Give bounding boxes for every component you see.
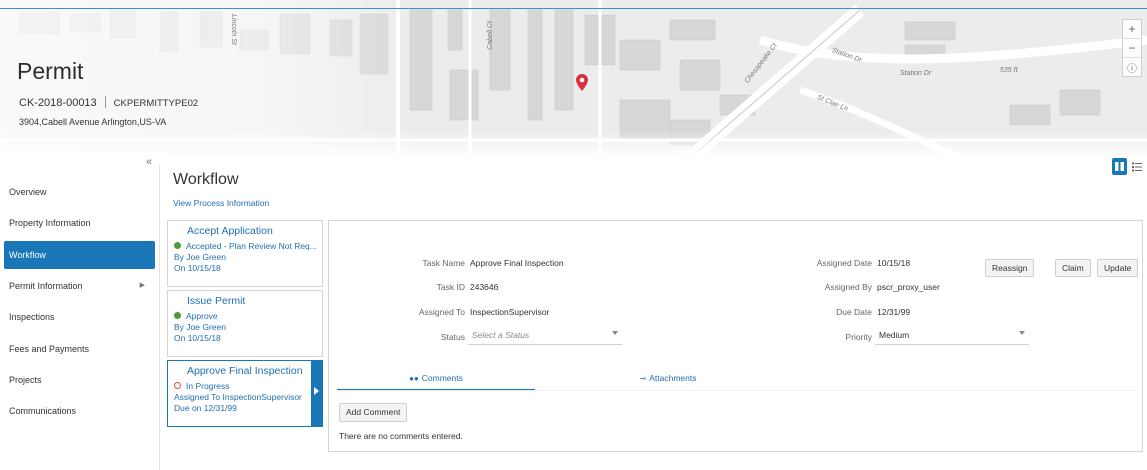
step-status: Accepted - Plan Review Not Req...	[174, 241, 322, 252]
assigned-to-value: InspectionSupervisor	[470, 307, 550, 317]
map-bottom-fade	[0, 130, 1147, 158]
map-info-button[interactable]: ⓘ	[1123, 58, 1141, 76]
assigned-to-label: Assigned To	[418, 307, 465, 317]
step-date: On 10/15/18	[174, 333, 221, 343]
zoom-out-button[interactable]: −	[1123, 39, 1141, 58]
sidebar-item-workflow[interactable]: Workflow	[4, 241, 155, 269]
tab-attachments[interactable]: ⊸ Attachments	[535, 373, 801, 391]
workflow-step-issue-permit[interactable]: Issue Permit Approve By Joe Green On 10/…	[167, 290, 323, 357]
reassign-button[interactable]: Reassign	[985, 259, 1035, 277]
map-header[interactable]: Station Dr Station Dr St Clair Ln Cabell…	[0, 0, 1147, 158]
task-id-value: 243646	[470, 282, 499, 292]
collapse-nav-icon[interactable]: «	[146, 156, 152, 168]
check-circle-icon	[174, 242, 181, 249]
sidebar-item-property-information[interactable]: Property Information	[9, 209, 155, 237]
step-assigned-to: Assigned To InspectionSupervisor	[174, 392, 302, 402]
due-date-label: Due Date	[836, 307, 872, 317]
selected-step-arrow-icon	[311, 360, 323, 427]
claim-button[interactable]: Claim	[1055, 259, 1091, 277]
sidebar-item-fees-and-payments[interactable]: Fees and Payments	[9, 335, 155, 363]
street-label: Cabell Ct	[486, 21, 494, 50]
permit-number: CK-2018-00013	[19, 97, 97, 109]
status-label: Status	[440, 332, 465, 342]
assigned-by-label: Assigned By	[824, 282, 872, 292]
comments-icon: ●●	[409, 374, 419, 383]
status-select-placeholder: Select a Status	[472, 330, 530, 340]
workflow-step-accept-application[interactable]: Accept Application Accepted - Plan Revie…	[167, 220, 323, 287]
add-comment-button[interactable]: Add Comment	[339, 403, 408, 422]
top-accent-line	[0, 8, 1147, 9]
street-label: Lincoln St	[229, 14, 237, 45]
step-status-text: Accepted - Plan Review Not Req...	[186, 241, 317, 251]
permit-id-row: CK-2018-00013 CKPERMITTYPE02	[19, 96, 198, 109]
status-select[interactable]: Select a Status	[468, 327, 622, 345]
step-title: Accept Application	[187, 225, 273, 237]
map-zoom-control: + − ⓘ	[1122, 19, 1142, 77]
step-status-text: In Progress	[186, 381, 230, 391]
sidebar-item-inspections[interactable]: Inspections	[9, 303, 155, 331]
priority-label: Priority	[845, 332, 872, 342]
street-label: Station Dr	[900, 70, 932, 77]
task-id-label: Task ID	[436, 282, 465, 292]
step-title: Issue Permit	[187, 295, 246, 307]
chevron-down-icon	[1019, 331, 1025, 335]
list-view-icon[interactable]	[1130, 158, 1145, 175]
priority-select[interactable]: Medium	[875, 327, 1029, 345]
step-title: Approve Final Inspection	[187, 365, 303, 377]
priority-select-value: Medium	[879, 330, 910, 340]
task-name-value: Approve Final Inspection	[470, 258, 564, 268]
tab-attachments-label: Attachments	[649, 373, 697, 383]
sidebar-item-communications[interactable]: Communications	[9, 397, 155, 425]
update-button[interactable]: Update	[1097, 259, 1139, 277]
nav-divider	[159, 165, 160, 470]
separator	[104, 96, 106, 108]
empty-comments-message: There are no comments entered.	[339, 431, 463, 441]
task-name-label: Task Name	[422, 258, 465, 268]
permit-type: CKPERMITTYPE02	[113, 98, 199, 109]
in-progress-icon	[174, 382, 181, 389]
page-title: Permit	[17, 58, 84, 84]
task-detail-panel: Reassign Claim Update Task Name Approve …	[328, 220, 1143, 452]
chevron-right-icon: ▶	[139, 282, 145, 289]
sidebar-item-projects[interactable]: Projects	[9, 366, 155, 394]
tab-comments[interactable]: ●● Comments	[337, 373, 535, 391]
columns-view-icon[interactable]	[1112, 158, 1127, 175]
assigned-date-label: Assigned Date	[816, 258, 872, 268]
workflow-step-approve-final-inspection[interactable]: Approve Final Inspection In Progress Ass…	[167, 360, 323, 427]
view-process-information-link[interactable]: View Process Information	[173, 198, 269, 208]
location-pin-icon[interactable]	[576, 74, 588, 91]
paperclip-icon: ⊸	[639, 374, 647, 383]
tab-divider	[337, 390, 1137, 391]
section-title: Workflow	[173, 171, 239, 188]
permit-address: 3904,Cabell Avenue Arlington,US-VA	[19, 117, 167, 127]
step-status-text: Approve	[186, 311, 218, 321]
due-date-value: 12/31/99	[877, 307, 911, 317]
assigned-date-value: 10/15/18	[877, 258, 911, 268]
sidebar-item-permit-information[interactable]: Permit Information ▶	[9, 272, 155, 300]
sidebar-item-overview[interactable]: Overview	[9, 178, 155, 206]
tab-comments-label: Comments	[421, 373, 463, 383]
chevron-down-icon	[612, 331, 618, 335]
step-due-date: Due on 12/31/99	[174, 403, 237, 413]
check-circle-icon	[174, 312, 181, 319]
step-status: Approve	[174, 311, 322, 322]
step-status: In Progress	[174, 381, 322, 392]
map-scale-label: 535 ft	[1000, 67, 1018, 74]
zoom-in-button[interactable]: +	[1123, 20, 1141, 39]
sidebar-item-label: Permit Information	[9, 281, 83, 291]
step-by: By Joe Green	[174, 252, 226, 262]
step-date: On 10/15/18	[174, 263, 221, 273]
step-by: By Joe Green	[174, 322, 226, 332]
view-toggle	[1112, 158, 1144, 177]
assigned-by-value: pscr_proxy_user	[877, 282, 940, 292]
